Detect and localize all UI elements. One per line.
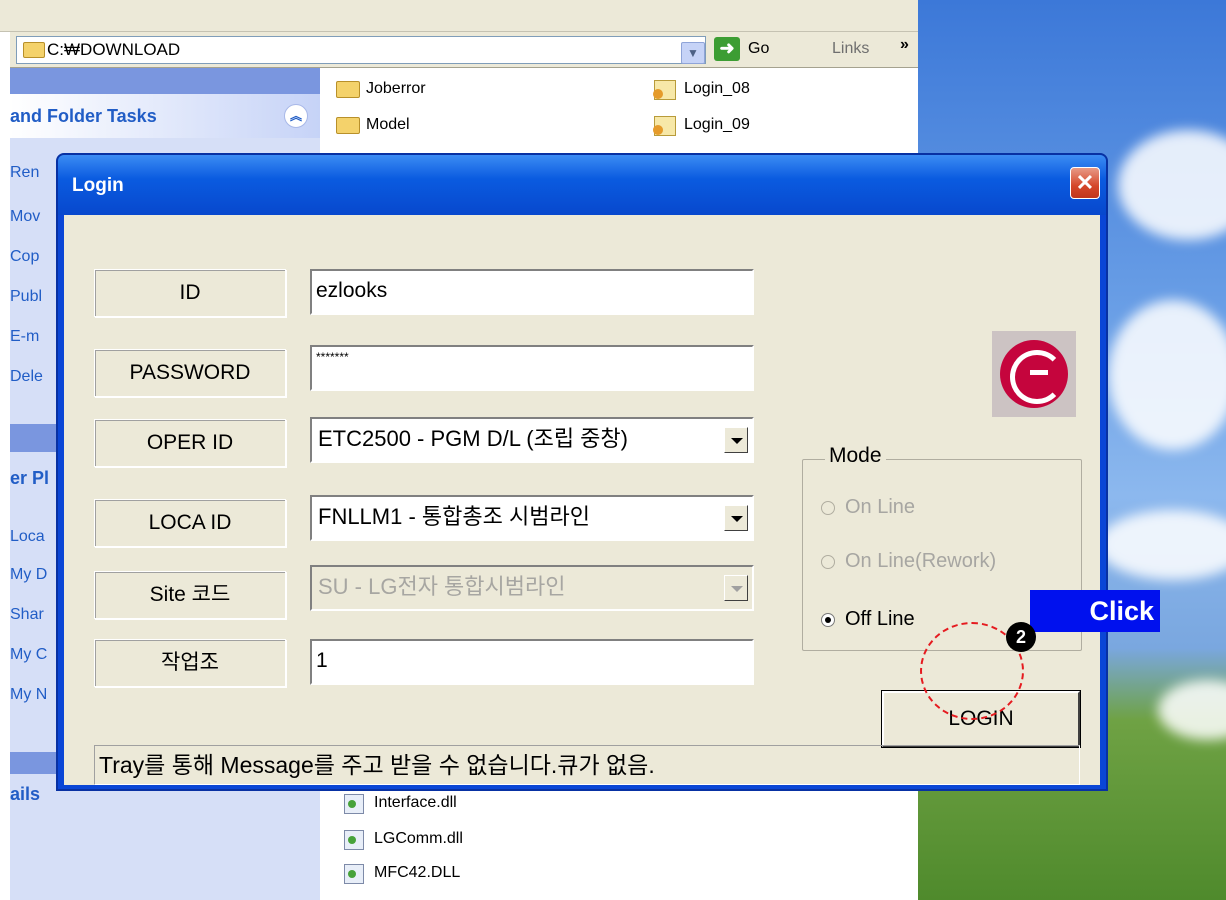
site-code-label: Site 코드 (94, 571, 286, 619)
file-name: Model (366, 116, 410, 133)
cloud (1108, 300, 1226, 450)
cloud (1158, 680, 1226, 740)
more-links-icon[interactable]: » (900, 36, 909, 54)
id-field[interactable]: ezlooks (310, 269, 754, 315)
shortcut-icon (653, 80, 676, 100)
task-item[interactable]: Dele (10, 368, 43, 386)
list-item[interactable]: MFC42.DLL (344, 862, 460, 884)
place-item[interactable]: Loca (10, 528, 45, 546)
collapse-icon[interactable]: ︽ (284, 104, 308, 128)
folder-icon (336, 117, 360, 134)
site-code-select: SU - LG전자 통합시범라인 (310, 565, 754, 611)
oper-id-select[interactable]: ETC2500 - PGM D/L (조립 중창) (310, 417, 754, 463)
dialog-titlebar[interactable]: Login ✕ (58, 155, 1106, 215)
details-title[interactable]: ails (10, 784, 40, 805)
folder-tasks-title: and Folder Tasks (10, 106, 157, 126)
go-arrow-icon[interactable]: ➜ (714, 37, 740, 61)
other-places-title[interactable]: er Pl (10, 468, 49, 489)
folder-icon (336, 81, 360, 98)
step-badge: 2 (1006, 622, 1036, 652)
chevron-down-icon[interactable]: ▼ (681, 42, 705, 64)
file-name: Joberror (366, 80, 426, 97)
chevron-down-icon (724, 575, 748, 601)
details-panel: ails (10, 774, 320, 900)
list-item[interactable]: Interface.dll (344, 792, 457, 814)
radio-offline[interactable]: Off Line (819, 608, 915, 631)
click-callout: Click (1030, 590, 1160, 632)
chevron-down-icon[interactable] (724, 505, 748, 531)
dll-icon (344, 830, 364, 850)
loca-id-select[interactable]: FNLLM1 - 통합총조 시범라인 (310, 495, 754, 541)
password-field[interactable]: ******* (310, 345, 754, 391)
dialog-title: Login (72, 175, 124, 196)
radio-online-rework: On Line(Rework) (819, 550, 996, 573)
address-bar: C:₩DOWNLOAD ▼ ➜ Go Links » (10, 32, 918, 68)
cloud (1118, 130, 1226, 240)
site-code-value: SU - LG전자 통합시범라인 (318, 574, 566, 599)
loca-id-label: LOCA ID (94, 499, 286, 547)
list-item[interactable]: Login_09 (653, 114, 750, 136)
lg-logo (992, 331, 1076, 417)
file-name: Login_09 (684, 116, 750, 133)
shortcut-icon (653, 116, 676, 136)
radio-label: On Line (845, 496, 916, 518)
place-item[interactable]: My D (10, 566, 47, 584)
folder-tasks-header[interactable]: and Folder Tasks ︽ (10, 94, 320, 138)
status-bar: Tray를 통해 Message를 주고 받을 수 없습니다.큐가 없음. (94, 745, 1080, 785)
oper-id-label: OPER ID (94, 419, 286, 467)
list-item[interactable]: Model (336, 114, 410, 136)
address-input[interactable]: C:₩DOWNLOAD ▼ (16, 36, 706, 64)
list-item[interactable]: LGComm.dll (344, 828, 463, 850)
address-text: C:₩DOWNLOAD (47, 40, 181, 59)
radio-icon (821, 555, 835, 569)
lg-logo-icon (1000, 340, 1068, 408)
radio-online: On Line (819, 496, 915, 519)
cloud (1098, 510, 1226, 580)
place-item[interactable]: My C (10, 646, 47, 664)
dll-icon (344, 864, 364, 884)
close-button[interactable]: ✕ (1070, 167, 1100, 199)
team-field[interactable]: 1 (310, 639, 754, 685)
task-item[interactable]: Cop (10, 248, 39, 266)
task-item[interactable]: Publ (10, 288, 42, 306)
list-item[interactable]: Joberror (336, 78, 426, 100)
loca-id-value: FNLLM1 - 통합총조 시범라인 (318, 504, 590, 529)
place-item[interactable]: My N (10, 686, 47, 704)
place-item[interactable]: Shar (10, 606, 44, 624)
mode-legend: Mode (825, 444, 886, 468)
task-item[interactable]: Ren (10, 164, 39, 182)
radio-selected-icon (821, 613, 835, 627)
file-name: LGComm.dll (374, 830, 463, 847)
radio-icon (821, 501, 835, 515)
id-label: ID (94, 269, 286, 317)
chevron-down-icon[interactable] (724, 427, 748, 453)
password-label: PASSWORD (94, 349, 286, 397)
file-name: MFC42.DLL (374, 864, 461, 881)
links-button[interactable]: Links (832, 40, 869, 58)
list-item[interactable]: Login_08 (653, 78, 750, 100)
oper-id-value: ETC2500 - PGM D/L (조립 중창) (318, 426, 628, 451)
go-button[interactable]: Go (748, 40, 769, 58)
dll-icon (344, 794, 364, 814)
radio-label: On Line(Rework) (845, 550, 997, 572)
file-name: Interface.dll (374, 794, 457, 811)
task-item[interactable]: E-m (10, 328, 39, 346)
folder-icon (23, 42, 45, 58)
toolbar (0, 0, 918, 32)
team-label: 작업조 (94, 639, 286, 687)
radio-label: Off Line (845, 608, 915, 630)
task-item[interactable]: Mov (10, 208, 40, 226)
file-name: Login_08 (684, 80, 750, 97)
